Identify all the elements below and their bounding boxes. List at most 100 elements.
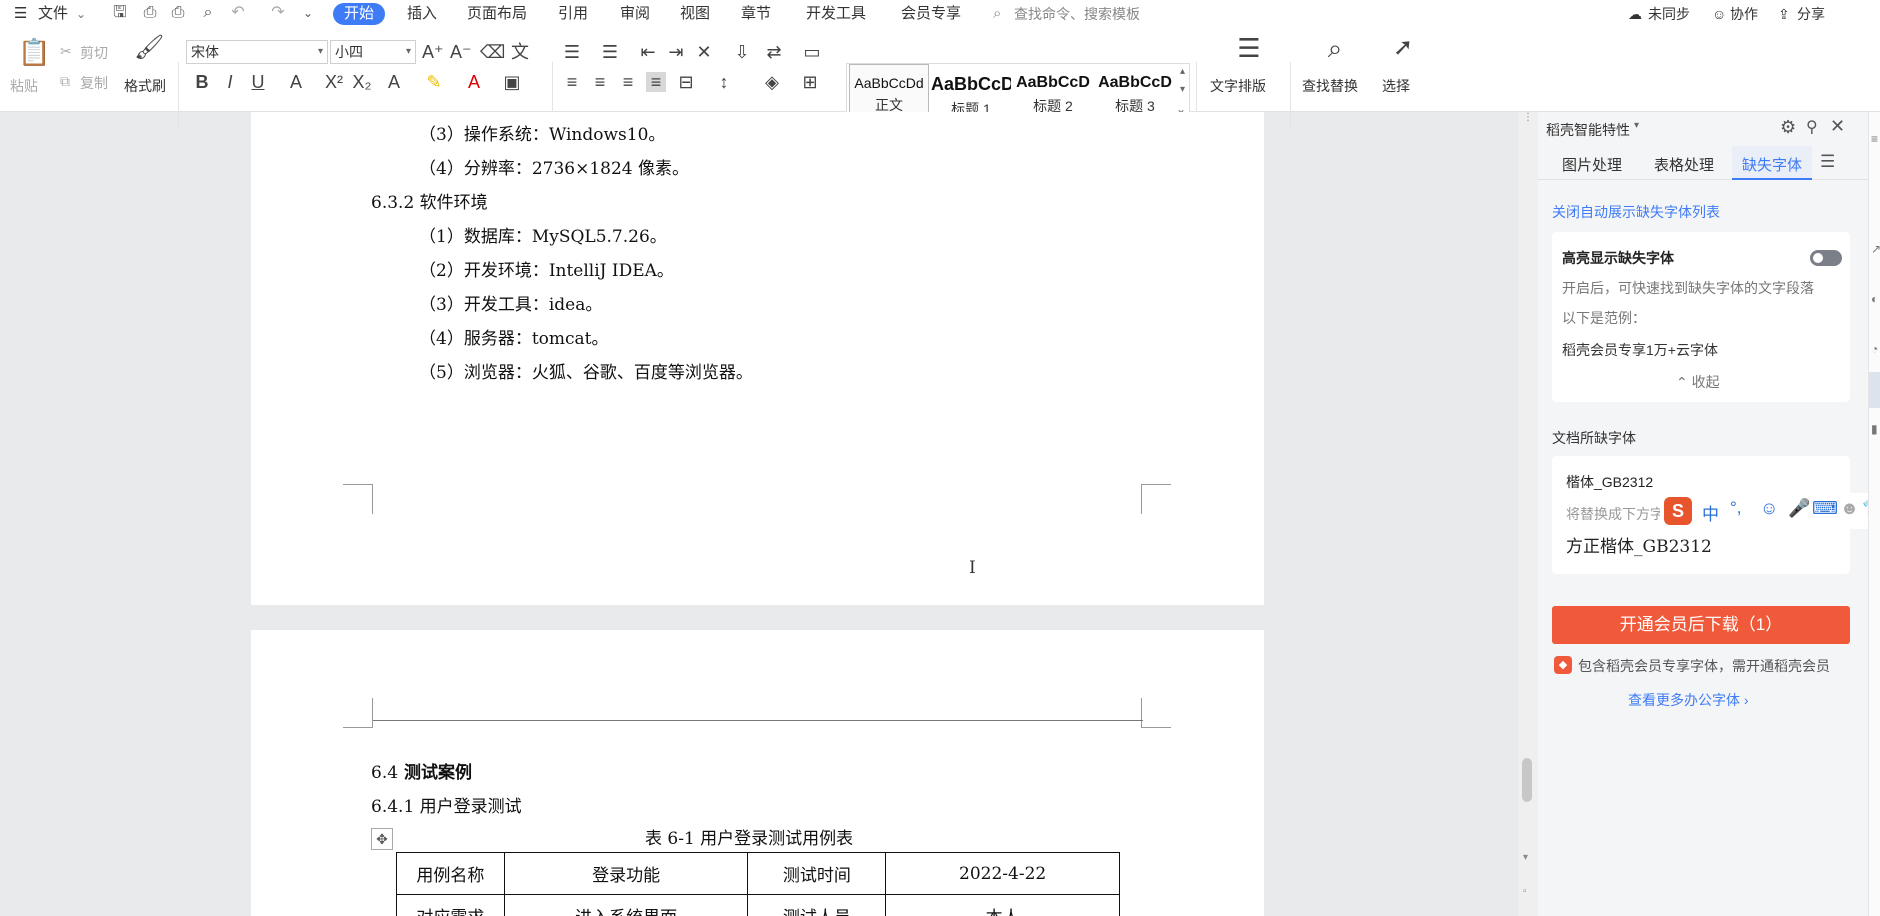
table-cell[interactable]: 测试时间	[747, 852, 887, 895]
sync-status[interactable]: 未同步	[1648, 3, 1690, 25]
collapse-button[interactable]: ⌃ 收起	[1676, 372, 1720, 392]
sogou-logo-icon[interactable]: S	[1664, 497, 1692, 525]
highlight-color-icon[interactable]: ✎	[424, 72, 444, 92]
numbered-list-icon[interactable]: ☰	[600, 42, 620, 62]
tab-home[interactable]: 开始	[333, 3, 386, 25]
table-cell[interactable]: 对应需求	[396, 894, 505, 916]
document-page[interactable]: 6.4 测试案例 6.4.1 用户登录测试 表 6-1 用户登录测试用例表 ✥ …	[251, 630, 1264, 916]
close-auto-show-link[interactable]: 关闭自动展示缺失字体列表	[1552, 202, 1720, 222]
scroll-grip-icon[interactable]: ⋮	[1523, 112, 1533, 123]
select-cursor-icon[interactable]: ➚	[1390, 36, 1416, 60]
line-spacing-icon[interactable]: ↕	[714, 72, 734, 92]
side-tool-icon[interactable]: ≡	[1871, 132, 1878, 146]
tab-insert[interactable]: 插入	[407, 3, 437, 25]
user-icon[interactable]: ☻	[1840, 498, 1859, 519]
chevron-down-icon[interactable]: ⌄	[76, 3, 86, 25]
side-tool-icon[interactable]: ◐	[1871, 292, 1878, 306]
pin-icon[interactable]: ⚲	[1806, 117, 1818, 137]
microphone-icon[interactable]: 🎤	[1788, 498, 1810, 519]
justify-icon[interactable]: ≡	[646, 72, 666, 92]
tab-page-layout[interactable]: 页面布局	[467, 3, 527, 25]
document-page[interactable]: （3）操作系统：Windows10。 （4）分辨率：2736×1824 像素。 …	[251, 112, 1264, 605]
table-cell[interactable]: 本人	[885, 894, 1120, 916]
command-search-input[interactable]: 查找命令、搜索模板	[1014, 3, 1140, 25]
collab-icon[interactable]: ☺	[1712, 3, 1726, 25]
ruler-icon[interactable]: ▭	[802, 42, 822, 62]
tab-missing-fonts[interactable]: 缺失字体	[1732, 146, 1813, 180]
cut-icon[interactable]: ✂	[60, 43, 72, 60]
close-icon[interactable]: ✕	[1830, 116, 1845, 137]
text-layout-icon[interactable]: ☰	[1234, 35, 1264, 61]
save-icon[interactable]: 🖫	[110, 3, 130, 23]
undo-icon[interactable]: ↶	[228, 3, 248, 23]
redo-icon[interactable]: ↷	[268, 3, 288, 23]
copy-button[interactable]: 复制	[80, 73, 108, 93]
copy-icon[interactable]: ⧉	[60, 73, 70, 90]
char-border-icon[interactable]: ▣	[502, 72, 522, 92]
shrink-font-icon[interactable]: A⁻	[450, 42, 472, 62]
scroll-down-icon[interactable]: ▾	[1523, 852, 1528, 863]
tab-view[interactable]: 视图	[680, 3, 710, 25]
increase-indent-icon[interactable]: ⇥	[666, 42, 686, 62]
gear-icon[interactable]: ⚙	[1780, 117, 1796, 138]
text-direction-icon[interactable]: ⇩	[732, 42, 752, 62]
collab-button[interactable]: 协作	[1730, 3, 1758, 25]
cloud-sync-icon[interactable]: ☁	[1628, 3, 1642, 25]
side-tool-icon[interactable]: ◔	[1871, 342, 1878, 356]
print-icon[interactable]: ⎙	[168, 3, 188, 23]
decrease-indent-icon[interactable]: ⇤	[638, 42, 658, 62]
subscript-icon[interactable]: X₂	[352, 72, 372, 92]
export-pdf-icon[interactable]: ⎙	[140, 3, 160, 23]
side-tool-icon[interactable]: ▮	[1871, 422, 1878, 436]
side-tool-active[interactable]	[1869, 372, 1880, 408]
font-name-select[interactable]: 宋体 ▾	[186, 40, 328, 64]
chinese-layout-icon[interactable]: ✕	[694, 42, 714, 62]
table-cell[interactable]: 用例名称	[396, 852, 505, 895]
superscript-icon[interactable]: X²	[324, 72, 344, 92]
document-scrollbar[interactable]: ⋮ ▾ ▫	[1518, 112, 1538, 916]
menu-hamburger-icon[interactable]: ☰	[14, 3, 27, 25]
distribute-icon[interactable]: ⊟	[676, 72, 696, 92]
ime-punctuation[interactable]: °,	[1730, 498, 1742, 518]
gallery-scroll-up-icon[interactable]: ▴	[1180, 66, 1185, 77]
highlight-toggle[interactable]	[1810, 250, 1842, 266]
borders-icon[interactable]: ⊞	[800, 72, 820, 92]
underline-icon[interactable]: U	[248, 72, 268, 92]
panel-title[interactable]: 稻壳智能特性	[1546, 120, 1630, 140]
print-preview-icon[interactable]: ⌕	[198, 3, 218, 23]
tab-chapter[interactable]: 章节	[741, 3, 771, 25]
keyboard-icon[interactable]: ⌨	[1812, 498, 1838, 519]
grow-font-icon[interactable]: A⁺	[422, 42, 444, 62]
select-button[interactable]: 选择	[1382, 76, 1410, 96]
gallery-scroll-down-icon[interactable]: ▾	[1180, 84, 1185, 95]
tab-table-processing[interactable]: 表格处理	[1654, 154, 1714, 175]
font-size-select[interactable]: 小四 ▾	[330, 40, 416, 64]
tab-menu-icon[interactable]: ☰	[1820, 152, 1835, 172]
tab-review[interactable]: 审阅	[620, 3, 650, 25]
text-effect-icon[interactable]: A	[384, 72, 404, 92]
align-left-icon[interactable]: ≡	[562, 72, 582, 92]
find-replace-icon[interactable]: ⌕	[1320, 35, 1350, 61]
format-painter-button[interactable]: 格式刷	[124, 76, 166, 96]
clear-format-icon[interactable]: ⌫	[480, 42, 505, 62]
align-center-icon[interactable]: ≡	[590, 72, 610, 92]
more-fonts-link[interactable]: 查看更多办公字体 ›	[1628, 690, 1749, 710]
bold-icon[interactable]: B	[192, 72, 212, 92]
search-icon[interactable]: ⌕	[993, 3, 1001, 25]
format-painter-icon[interactable]: 🖌	[134, 36, 164, 60]
align-right-icon[interactable]: ≡	[618, 72, 638, 92]
tab-member[interactable]: 会员专享	[901, 3, 961, 25]
cut-button[interactable]: 剪切	[80, 43, 108, 63]
italic-icon[interactable]: I	[220, 72, 240, 92]
side-tool-icon[interactable]: ↗	[1871, 242, 1880, 256]
text-layout-button[interactable]: 文字排版	[1210, 76, 1266, 96]
download-button[interactable]: 开通会员后下载（1）	[1552, 606, 1850, 644]
bullet-list-icon[interactable]: ☰	[562, 42, 582, 62]
menu-file[interactable]: 文件	[38, 3, 68, 25]
shading-icon[interactable]: ◈	[762, 72, 782, 92]
chevron-down-icon[interactable]: ▾	[1634, 120, 1639, 131]
sort-icon[interactable]: ⇄	[764, 42, 784, 62]
table-cell[interactable]: 测试人员	[747, 894, 887, 916]
share-button[interactable]: 分享	[1797, 3, 1825, 25]
share-icon[interactable]: ⇪	[1778, 3, 1790, 25]
